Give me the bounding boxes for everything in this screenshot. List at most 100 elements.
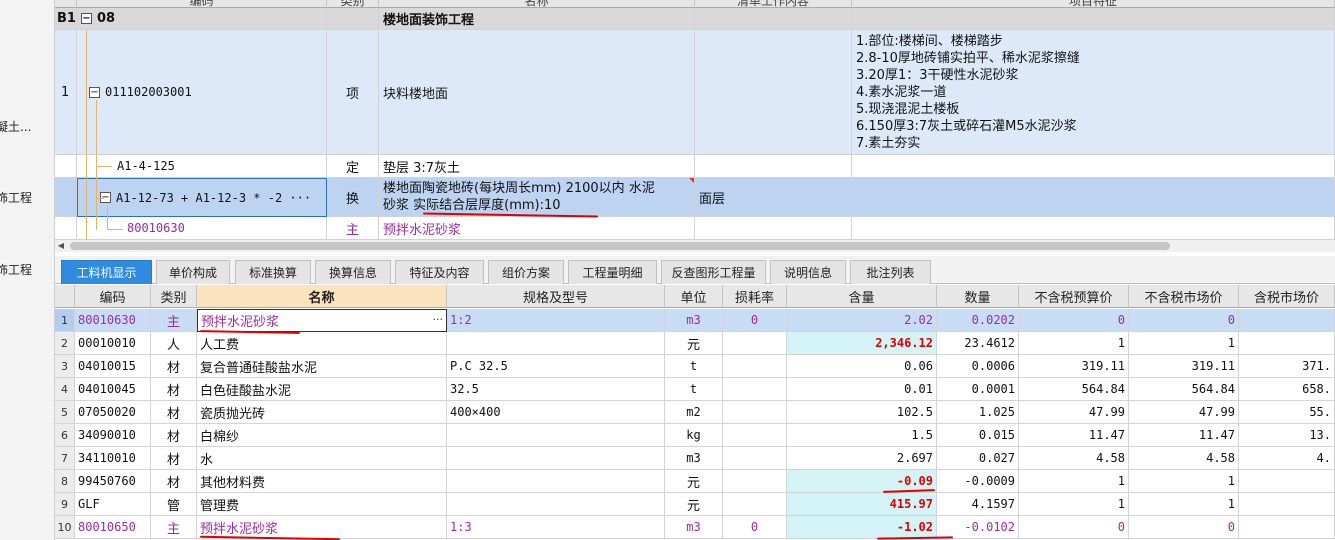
cell-content-qty[interactable]: 1.5: [787, 424, 937, 447]
cell-amount[interactable]: 23.4612: [937, 332, 1019, 355]
cell-loss-rate[interactable]: [723, 470, 787, 493]
cell-spec[interactable]: 1:3: [447, 516, 665, 539]
cell-name[interactable]: 管理费: [197, 493, 447, 516]
cell-category[interactable]: 材: [151, 378, 197, 401]
tab-unit-price[interactable]: 单价构成: [156, 260, 230, 284]
cell-loss-rate[interactable]: 0: [723, 516, 787, 539]
cell-name[interactable]: 白棉纱: [197, 424, 447, 447]
cell-amount[interactable]: 1.025: [937, 401, 1019, 424]
item-name[interactable]: 块料楼地面: [379, 30, 695, 155]
cell-market-price[interactable]: 11.47: [1129, 424, 1239, 447]
cell-name[interactable]: 水: [197, 447, 447, 470]
header-tax-market-price[interactable]: 含税市场价: [1239, 285, 1335, 308]
cell-unit[interactable]: m3: [665, 447, 723, 470]
cell-spec[interactable]: [447, 447, 665, 470]
cell-loss-rate[interactable]: [723, 493, 787, 516]
table-row[interactable]: 6 34090010 材 白棉纱 kg 1.5 0.015 11.47 11.4…: [55, 424, 1335, 447]
tab-reverse-lookup[interactable]: 反查图形工程量: [661, 260, 766, 284]
quota-row-selected[interactable]: − A1-12-73 + A1-12-3 * -2 ··· 换 楼地面陶瓷地砖(…: [55, 178, 1335, 217]
more-options-icon[interactable]: ···: [433, 313, 444, 326]
cell-spec[interactable]: [447, 493, 665, 516]
cell-budget-price[interactable]: 47.99: [1019, 401, 1129, 424]
cell-code[interactable]: 34090010: [75, 424, 151, 447]
cell-market-price[interactable]: 1: [1129, 332, 1239, 355]
cell-budget-price[interactable]: 0: [1019, 516, 1129, 539]
cell-content-qty[interactable]: 2,346.12: [787, 332, 937, 355]
cell-market-price[interactable]: 0: [1129, 309, 1239, 332]
cell-category[interactable]: 主: [151, 309, 197, 332]
cell-code[interactable]: 04010015: [75, 355, 151, 378]
cell-code[interactable]: 80010650: [75, 516, 151, 539]
header-spec[interactable]: 规格及型号: [447, 285, 665, 308]
tab-quantity-detail[interactable]: 工程量明细: [568, 260, 657, 284]
cell-category[interactable]: 主: [151, 516, 197, 539]
cell-category[interactable]: 管: [151, 493, 197, 516]
tab-comments[interactable]: 批注列表: [850, 260, 931, 284]
cell-amount[interactable]: -0.0009: [937, 470, 1019, 493]
header-market-price[interactable]: 不含税市场价: [1129, 285, 1239, 308]
cell-tax-market-price[interactable]: [1239, 493, 1335, 516]
cell-loss-rate[interactable]: 0: [723, 309, 787, 332]
nav-item-decoration-2[interactable]: 饰工程: [0, 261, 51, 278]
table-row[interactable]: 2 00010010 人 人工费 元 2,346.12 23.4612 1 1: [55, 332, 1335, 355]
cell-unit[interactable]: 元: [665, 332, 723, 355]
cell-tax-market-price[interactable]: [1239, 470, 1335, 493]
cell-name[interactable]: 预拌水泥砂浆: [201, 311, 279, 330]
cell-loss-rate[interactable]: [723, 447, 787, 470]
cell-amount[interactable]: 0.015: [937, 424, 1019, 447]
tab-labor-material[interactable]: 工料机显示: [61, 260, 152, 284]
cell-code[interactable]: 07050020: [75, 401, 151, 424]
cell-budget-price[interactable]: 564.84: [1019, 378, 1129, 401]
cell-amount[interactable]: 0.0001: [937, 378, 1019, 401]
cell-code[interactable]: 99450760: [75, 470, 151, 493]
collapse-icon[interactable]: −: [81, 13, 92, 24]
cell-amount[interactable]: 0.027: [937, 447, 1019, 470]
cell-budget-price[interactable]: 11.47: [1019, 424, 1129, 447]
header-unit[interactable]: 单位: [665, 285, 723, 308]
cell-category[interactable]: 材: [151, 447, 197, 470]
cell-market-price[interactable]: 319.11: [1129, 355, 1239, 378]
cell-spec[interactable]: 32.5: [447, 378, 665, 401]
quota-name[interactable]: 垫层 3:7灰土: [379, 155, 695, 178]
header-features[interactable]: 项目特征: [852, 0, 1335, 8]
cell-market-price[interactable]: 1: [1129, 470, 1239, 493]
cell-market-price[interactable]: 47.99: [1129, 401, 1239, 424]
quota-name[interactable]: 楼地面陶瓷地砖(每块周长mm) 2100以内 水泥 砂浆 实际结合层厚度(mm)…: [379, 178, 695, 217]
cell-loss-rate[interactable]: [723, 355, 787, 378]
cell-loss-rate[interactable]: [723, 401, 787, 424]
cell-market-price[interactable]: 1: [1129, 493, 1239, 516]
material-row[interactable]: 80010630 主 预拌水泥砂浆: [55, 217, 1335, 240]
cell-category[interactable]: 人: [151, 332, 197, 355]
cell-unit[interactable]: m3: [665, 516, 723, 539]
table-row[interactable]: 1 80010630 主 预拌水泥砂浆 ··· 1:2 m3 0 2.02 0.0…: [55, 309, 1335, 332]
cell-unit[interactable]: t: [665, 355, 723, 378]
cell-name[interactable]: 人工费: [197, 332, 447, 355]
bill-row[interactable]: 1 − 011102003001 项 块料楼地面 1.部位:楼梯间、楼梯踏步 2…: [55, 30, 1335, 155]
cell-name-editor[interactable]: 预拌水泥砂浆 ···: [197, 309, 447, 332]
material-name[interactable]: 预拌水泥砂浆: [379, 217, 695, 240]
tab-features-content[interactable]: 特征及内容: [395, 260, 484, 284]
table-row[interactable]: 3 04010015 材 复合普通硅酸盐水泥 P.C 32.5 t 0.06 0…: [55, 355, 1335, 378]
quota-code[interactable]: A1-12-73 + A1-12-3 * -2 ···: [116, 191, 311, 205]
cell-budget-price[interactable]: 1: [1019, 470, 1129, 493]
item-code[interactable]: 011102003001: [105, 85, 192, 99]
cell-budget-price[interactable]: 1: [1019, 332, 1129, 355]
nav-item-concrete[interactable]: 凝土...: [0, 118, 51, 135]
cell-loss-rate[interactable]: [723, 424, 787, 447]
header-loss-rate[interactable]: 损耗率: [723, 285, 787, 308]
cell-tax-market-price[interactable]: 55.: [1239, 401, 1335, 424]
cell-name[interactable]: 白色硅酸盐水泥: [197, 378, 447, 401]
table-row[interactable]: 7 34110010 材 水 m3 2.697 0.027 4.58 4.58 …: [55, 447, 1335, 470]
header-code[interactable]: 编码: [75, 285, 151, 308]
cell-name[interactable]: 复合普通硅酸盐水泥: [197, 355, 447, 378]
cell-content-qty[interactable]: -1.02: [787, 516, 937, 539]
cell-budget-price[interactable]: 4.58: [1019, 447, 1129, 470]
cell-amount[interactable]: 0.0202: [937, 309, 1019, 332]
cell-unit[interactable]: m3: [665, 309, 723, 332]
header-name[interactable]: 名称: [197, 285, 447, 308]
header-work-content[interactable]: 清单工作内容: [695, 0, 852, 8]
cell-unit[interactable]: 元: [665, 493, 723, 516]
cell-tax-market-price[interactable]: [1239, 516, 1335, 539]
header-category[interactable]: 类别: [151, 285, 197, 308]
material-code[interactable]: 80010630: [127, 221, 185, 235]
